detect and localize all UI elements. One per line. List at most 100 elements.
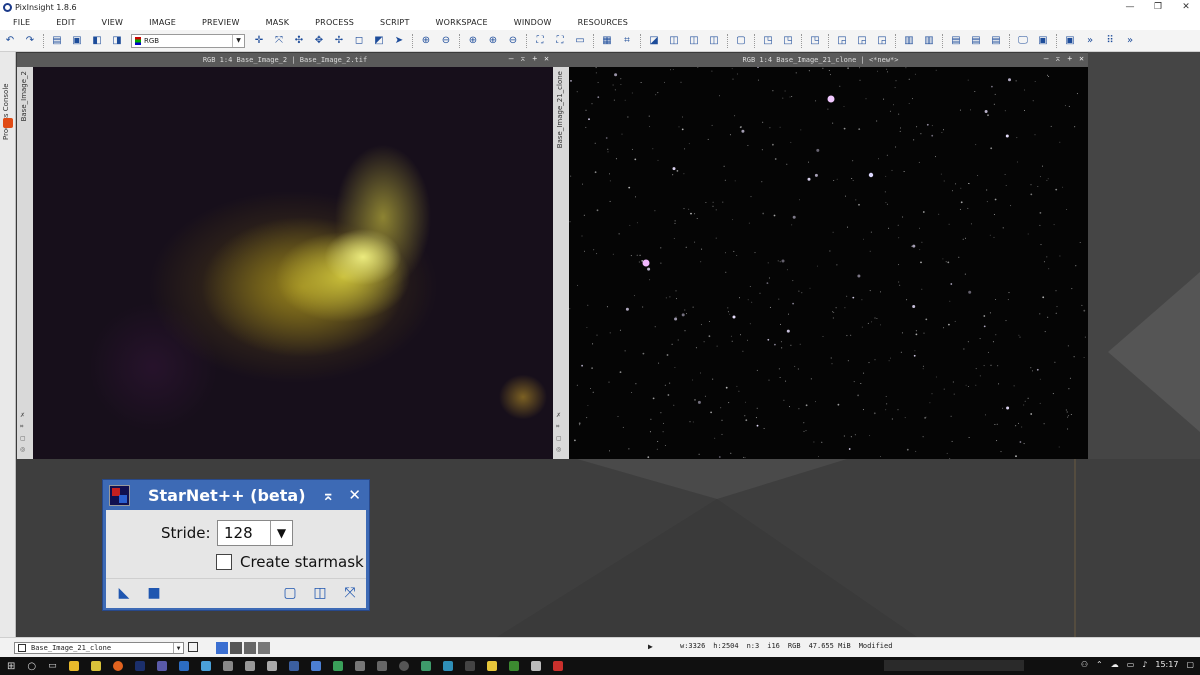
mask-show-icon[interactable]: ◪ <box>645 32 663 50</box>
close-icon[interactable]: ✕ <box>348 486 361 504</box>
windows-start-icon[interactable]: ⊞ <box>7 661 15 672</box>
window-icon[interactable]: ▭ <box>571 32 589 50</box>
zoom-in-icon[interactable]: ⊕ <box>417 32 435 50</box>
shade-icon[interactable]: ⌅ <box>322 486 335 504</box>
new-instance-icon[interactable]: ◣ <box>116 585 132 601</box>
create-starmask-checkbox[interactable] <box>216 554 232 570</box>
redo-icon[interactable]: ↷ <box>21 32 39 50</box>
image-canvas-starfield[interactable] <box>569 67 1088 459</box>
image-window-title-bar[interactable]: RGB 1:4 Base_Image_21_clone | <*new*> – … <box>553 53 1088 67</box>
gear-icon[interactable]: ◎ <box>556 446 562 453</box>
mask-icon[interactable]: ◨ <box>108 32 126 50</box>
explorer-icon[interactable]: ◳ <box>759 32 777 50</box>
menu-mask[interactable]: MASK <box>253 18 303 27</box>
view-options-icon[interactable] <box>188 642 198 652</box>
app-square-icon[interactable] <box>288 661 299 671</box>
process-icon[interactable]: ▢ <box>732 32 750 50</box>
undo-icon[interactable]: ↶ <box>1 32 19 50</box>
more-right-icon[interactable]: » <box>1121 32 1139 50</box>
app-circle-icon[interactable] <box>398 661 409 671</box>
view-grid-icon[interactable]: ▥ <box>920 32 938 50</box>
stride-select[interactable]: 128 ▼ <box>217 520 293 546</box>
people-tray-icon[interactable]: ⚇ <box>1081 660 1088 669</box>
copy-icon[interactable]: ▢ <box>20 435 26 442</box>
app-chart-icon[interactable] <box>266 661 277 671</box>
close-icon[interactable]: ✕ <box>1079 54 1084 63</box>
process-console-tab[interactable]: Process Console <box>2 60 10 140</box>
notifications-icon[interactable]: ▢ <box>1186 660 1194 669</box>
zoom-fit-window-icon[interactable]: ⊕ <box>484 32 502 50</box>
format-extra-icon[interactable]: ◲ <box>873 32 891 50</box>
grid-menu-icon[interactable]: ⠿ <box>1101 32 1119 50</box>
cloud-icon[interactable]: ☁ <box>1111 660 1119 669</box>
more-icon[interactable]: » <box>1081 32 1099 50</box>
menu-preview[interactable]: PREVIEW <box>189 18 253 27</box>
view-list-icon[interactable]: ▥ <box>900 32 918 50</box>
close-icon[interactable]: ✕ <box>1172 0 1200 14</box>
channel-block-dark-icon[interactable] <box>230 642 242 654</box>
app-green-icon[interactable] <box>332 661 343 671</box>
image-window-base-image-2[interactable]: RGB 1:4 Base_Image_2 | Base_Image_2.tif … <box>17 53 553 459</box>
app-people-icon[interactable] <box>420 661 431 671</box>
stf-icon[interactable]: ◧ <box>88 32 106 50</box>
save-icon[interactable]: ▣ <box>68 32 86 50</box>
pointer-icon[interactable]: ➤ <box>390 32 408 50</box>
image-window-base-image-21-clone[interactable]: RGB 1:4 Base_Image_21_clone | <*new*> – … <box>553 53 1088 459</box>
open-icon[interactable]: ▤ <box>48 32 66 50</box>
show-hidden-icon[interactable]: ⌃ <box>1096 660 1103 669</box>
doc-icon[interactable]: ▤ <box>947 32 965 50</box>
apply-icon[interactable]: ■ <box>146 585 162 601</box>
create-starmask-option[interactable]: Create starmask <box>216 553 364 571</box>
menu-view[interactable]: VIEW <box>89 18 137 27</box>
reset-icon[interactable]: ⤧ <box>342 585 358 601</box>
minimize-icon[interactable]: – <box>1044 54 1049 63</box>
image-window-side-tab[interactable]: Base_Image_2 ✗ ⌗ ▢ ◎ <box>17 67 33 459</box>
zoom-1-1-icon[interactable]: ⊕ <box>464 32 482 50</box>
channel-block-mid-icon[interactable] <box>244 642 256 654</box>
view-selector[interactable]: Base_Image_21_clone ▼ <box>14 642 184 654</box>
copy-icon[interactable]: ▢ <box>556 435 562 442</box>
grid-icon[interactable]: ⌗ <box>556 423 562 431</box>
taskbar-search-box[interactable] <box>884 660 1024 671</box>
pdf-icon[interactable] <box>552 661 563 671</box>
pin-icon[interactable]: ✗ <box>20 412 26 419</box>
app-lightblue-icon[interactable] <box>200 661 211 671</box>
app-gray-icon[interactable] <box>354 661 365 671</box>
minimize-icon[interactable]: — <box>1116 0 1144 14</box>
app-euro-icon[interactable] <box>464 661 475 671</box>
screen-icon[interactable]: ▣ <box>1034 32 1052 50</box>
doc-extra-icon[interactable]: ▤ <box>987 32 1005 50</box>
play-icon[interactable]: ▶ <box>648 642 653 651</box>
mail-icon[interactable] <box>530 661 541 671</box>
minimize-icon[interactable]: – <box>509 54 514 63</box>
app-tools-icon[interactable] <box>222 661 233 671</box>
preview-new-icon[interactable]: ▦ <box>598 32 616 50</box>
menu-workspace[interactable]: WORKSPACE <box>423 18 501 27</box>
menu-process[interactable]: PROCESS <box>302 18 367 27</box>
crosshair-icon[interactable]: ✛ <box>250 32 268 50</box>
gear-icon[interactable]: ◎ <box>20 446 26 453</box>
move-icon[interactable]: ✥ <box>310 32 328 50</box>
grid-icon[interactable]: ⌗ <box>20 423 26 431</box>
app-up-icon[interactable] <box>376 661 387 671</box>
fit-width-icon[interactable]: ⛶ <box>551 32 569 50</box>
zoom-fit-icon[interactable]: ⤧ <box>270 32 288 50</box>
format-icon[interactable]: ◲ <box>833 32 851 50</box>
image-window-side-tab[interactable]: Base_Image_21_clone ✗ ⌗ ▢ ◎ <box>553 67 569 459</box>
menu-window[interactable]: WINDOW <box>501 18 565 27</box>
volume-icon[interactable]: ♪ <box>1142 660 1147 669</box>
channel-block-rgb-icon[interactable] <box>216 642 228 654</box>
channel-block-light-icon[interactable] <box>258 642 270 654</box>
channel-select[interactable]: RGB ▼ <box>131 33 245 48</box>
app-blue-icon[interactable] <box>178 661 189 671</box>
shade-icon[interactable]: ⌅ <box>521 54 526 63</box>
monitor-icon[interactable]: 🖵 <box>1014 32 1032 50</box>
menu-edit[interactable]: EDIT <box>43 18 88 27</box>
preview-edit-icon[interactable]: ⌗ <box>618 32 636 50</box>
zoom-optimal-icon[interactable]: ⊖ <box>504 32 522 50</box>
browse-doc-icon[interactable]: ▢ <box>282 585 298 601</box>
notes-icon[interactable] <box>90 661 101 671</box>
firefox-icon[interactable] <box>112 661 123 671</box>
task-view-icon[interactable]: ▭ <box>48 661 57 671</box>
menu-script[interactable]: SCRIPT <box>367 18 423 27</box>
